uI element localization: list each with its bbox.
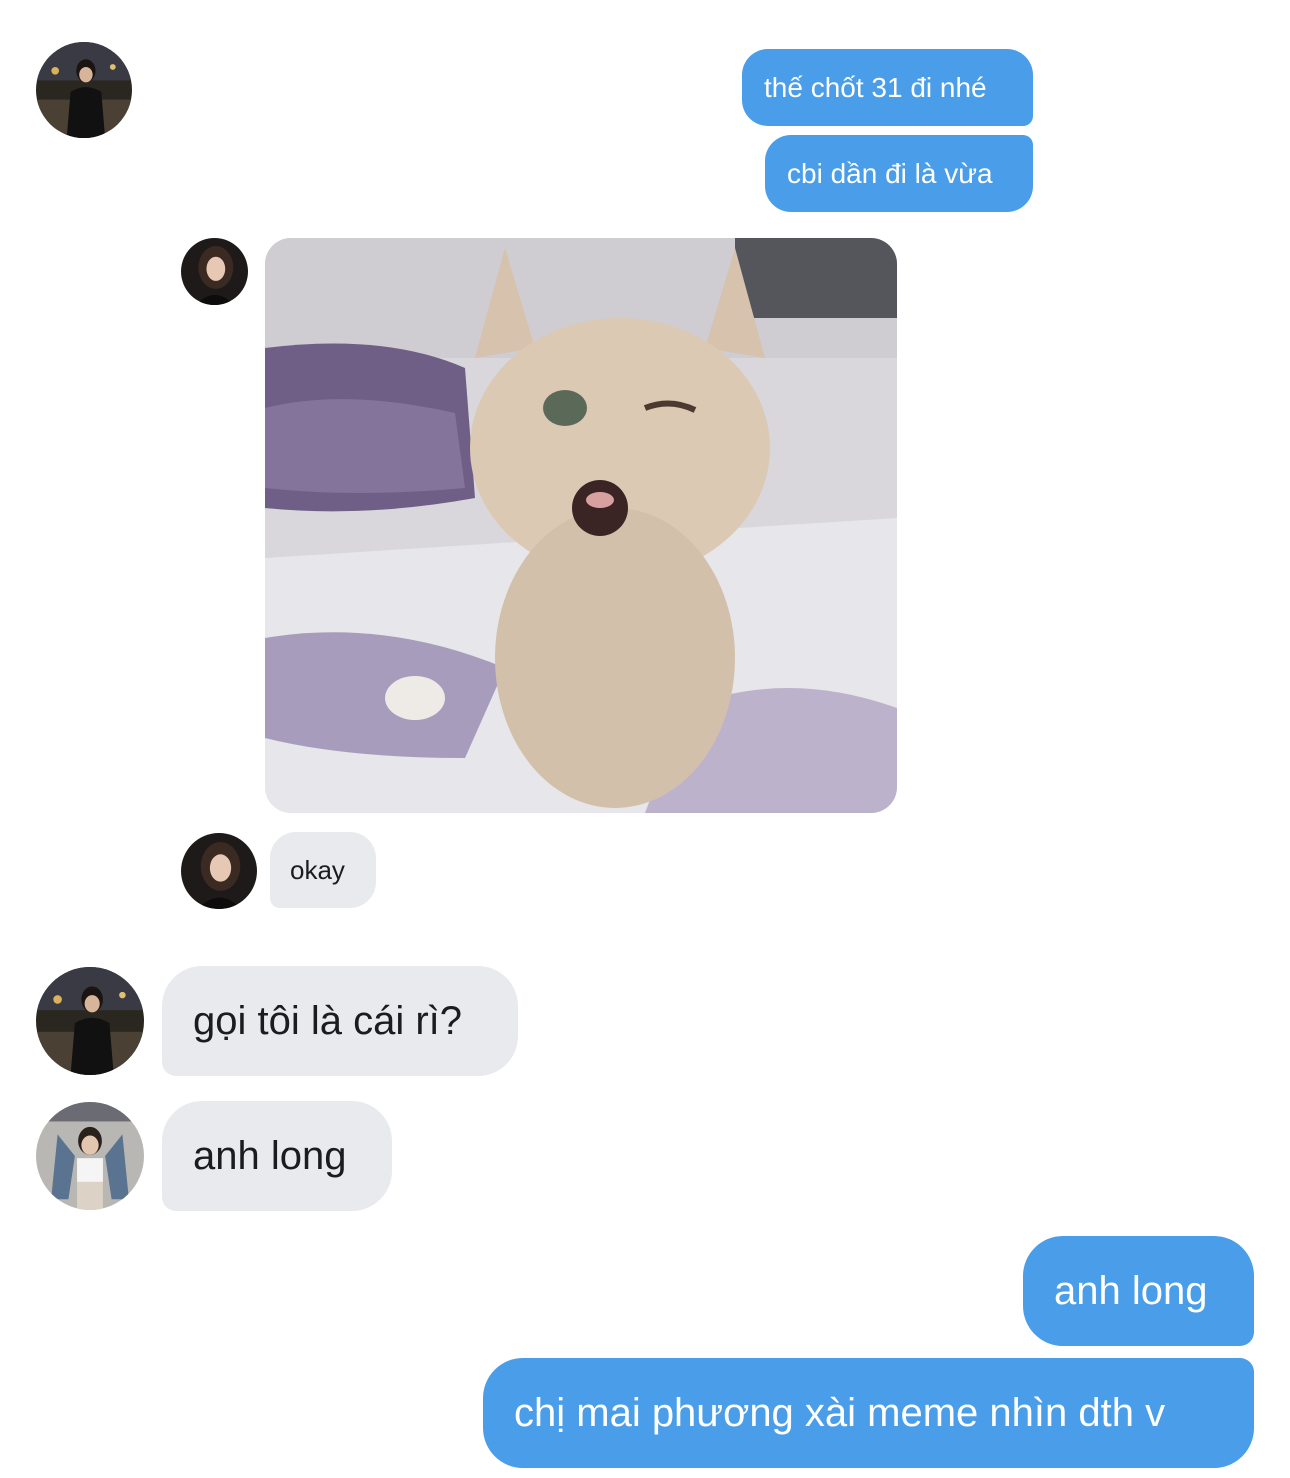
message-text: okay [290,855,345,885]
avatar-contact-dark[interactable] [181,238,248,305]
message-text: chị mai phương xài meme nhìn dth v [514,1391,1166,1435]
message-text: gọi tôi là cái rì? [193,999,463,1043]
avatar-contact-night[interactable] [36,967,144,1075]
avatar-denim-jacket-icon [36,1102,144,1210]
winking-kitten-photo-icon [265,238,897,813]
outgoing-message[interactable]: chị mai phương xài meme nhìn dth v [483,1358,1254,1468]
incoming-message[interactable]: okay [270,832,376,908]
avatar-night-street-icon [36,42,132,138]
message-text: cbi dần đi là vừa [787,157,993,189]
avatar-contact-night[interactable] [36,42,132,138]
message-text: anh long [193,1134,347,1178]
image-message[interactable] [265,238,897,813]
outgoing-message[interactable]: anh long [1023,1236,1254,1346]
avatar-dark-portrait-icon [181,238,248,305]
outgoing-message[interactable]: cbi dần đi là vừa [765,135,1033,212]
avatar-night-street-icon [36,967,144,1075]
incoming-message[interactable]: gọi tôi là cái rì? [162,966,518,1076]
avatar-contact-dark[interactable] [181,833,257,909]
message-text: thế chốt 31 đi nhé [764,71,987,103]
avatar-dark-portrait-icon [181,833,257,909]
avatar-contact-denim[interactable] [36,1102,144,1210]
outgoing-message[interactable]: thế chốt 31 đi nhé [742,49,1033,126]
message-text: anh long [1054,1269,1208,1313]
incoming-message[interactable]: anh long [162,1101,392,1211]
